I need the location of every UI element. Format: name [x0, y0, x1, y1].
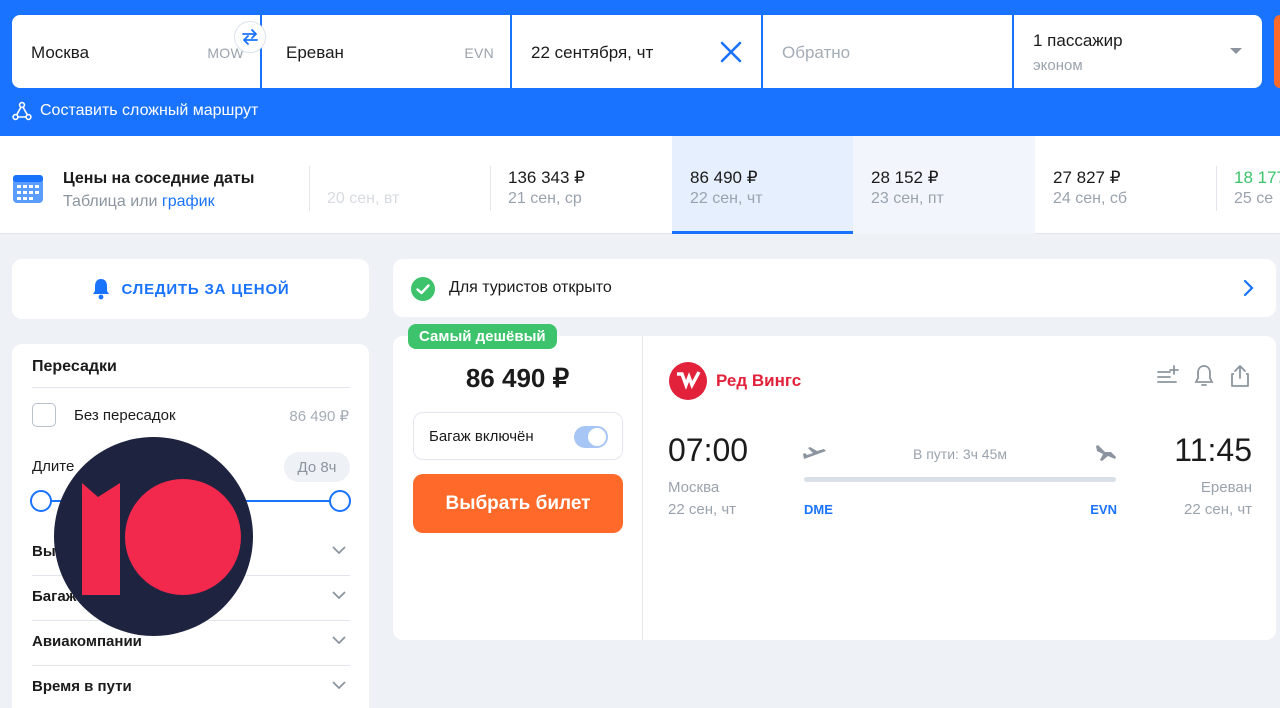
- departure-time: 07:00: [668, 432, 749, 468]
- origin-city: Москва: [31, 43, 90, 62]
- clear-date-icon[interactable]: [717, 38, 745, 66]
- passengers-field[interactable]: 1 пассажир эконом: [1014, 15, 1262, 88]
- divider: [32, 387, 350, 388]
- no-transfers-price: 86 490 ₽: [289, 408, 349, 425]
- date-price: 18 177: [1234, 168, 1280, 187]
- divider: [1216, 166, 1217, 211]
- transfers-title: Пересадки: [32, 358, 117, 375]
- check-circle-icon: [411, 277, 435, 301]
- route-line: [804, 477, 1116, 482]
- nearby-dates-strip: Цены на соседние даты Таблица или график…: [0, 136, 1280, 234]
- travel-duration: В пути: 3ч 45м: [913, 446, 1007, 462]
- depart-date-field[interactable]: 22 сентября, чт: [512, 15, 763, 88]
- bell-icon: [93, 279, 110, 300]
- complex-route-link[interactable]: Составить сложный маршрут: [12, 101, 258, 121]
- nearby-dates-title: Цены на соседние даты: [63, 170, 255, 187]
- date-price: 27 827 ₽: [1053, 168, 1121, 187]
- filter-section-label: Время в пути: [32, 678, 132, 695]
- arrival-city: Ереван: [1200, 479, 1252, 496]
- date-price: 28 152 ₽: [871, 168, 939, 187]
- chevron-down-icon: [332, 681, 346, 690]
- destination-field[interactable]: Ереван EVN: [262, 15, 512, 88]
- date-cell[interactable]: 28 152 ₽ 23 сен, пт: [853, 136, 1035, 234]
- no-transfers-checkbox[interactable]: [32, 403, 56, 427]
- cabin-class: эконом: [1033, 57, 1083, 74]
- ticket-tools: [1156, 364, 1252, 388]
- date-cell[interactable]: 136 343 ₽ 21 сен, ср: [490, 136, 672, 234]
- departure-airport-code: DME: [804, 502, 833, 517]
- swap-cities-button[interactable]: [234, 21, 266, 53]
- cheapest-badge: Самый дешёвый: [408, 324, 557, 349]
- track-price-label: СЛЕДИТЬ ЗА ЦЕНОЙ: [121, 280, 290, 298]
- slider-max-handle[interactable]: [329, 490, 351, 512]
- date-price: 136 343 ₽: [508, 168, 585, 187]
- ticket-price: 86 490 ₽: [465, 363, 570, 393]
- date-price: 86 490 ₽: [690, 168, 758, 187]
- chevron-down-icon: [332, 591, 346, 600]
- filter-section-travel-time[interactable]: Время в пути: [32, 666, 350, 708]
- destination-city: Ереван: [286, 43, 344, 62]
- chevron-down-icon: [332, 546, 346, 555]
- duration-value-pill: До 8ч: [284, 452, 350, 482]
- bell-icon[interactable]: [1192, 364, 1216, 388]
- return-date-field[interactable]: Обратно: [763, 15, 1014, 88]
- baggage-toggle[interactable]: [574, 426, 608, 448]
- date-label: 22 сен, чт: [690, 190, 763, 207]
- origin-field[interactable]: Москва MOW: [12, 15, 262, 88]
- channel-logo-overlay: [54, 437, 253, 636]
- arrival-airport-code: EVN: [1090, 502, 1117, 517]
- swap-icon: [242, 29, 258, 45]
- date-label: 25 се: [1234, 190, 1274, 207]
- search-form: Москва MOW Ереван EVN 22 сентября, чт Об…: [12, 15, 1262, 88]
- table-text: Таблица: [63, 193, 126, 210]
- no-transfers-label: Без пересадок: [74, 407, 176, 424]
- divider: [642, 336, 643, 640]
- date-cell[interactable]: 18 177 25 се: [1216, 136, 1280, 234]
- select-ticket-button[interactable]: Выбрать билет: [413, 474, 623, 533]
- date-cell[interactable]: 20 сен, вт: [309, 136, 491, 234]
- date-label: 24 сен, сб: [1053, 190, 1128, 207]
- track-price-button[interactable]: СЛЕДИТЬ ЗА ЦЕНОЙ: [12, 259, 369, 319]
- slider-min-handle[interactable]: [30, 490, 52, 512]
- share-icon[interactable]: [1228, 364, 1252, 388]
- chevron-down-icon: [332, 636, 346, 645]
- search-header: Москва MOW Ереван EVN 22 сентября, чт Об…: [0, 0, 1280, 136]
- tourist-notice-banner[interactable]: Для туристов открыто: [393, 259, 1276, 317]
- date-cell-selected[interactable]: 86 490 ₽ 22 сен, чт: [672, 136, 854, 234]
- route-icon: [12, 101, 32, 121]
- arrival-date: 22 сен, чт: [1184, 501, 1252, 518]
- chevron-down-icon: [1230, 48, 1242, 54]
- airline-logo-icon: [669, 362, 707, 400]
- chevron-right-icon: [1243, 279, 1254, 297]
- departure-date: 22 сен, чт: [668, 501, 736, 518]
- passenger-count: 1 пассажир: [1033, 31, 1123, 50]
- date-label: 20 сен, вт: [327, 190, 400, 207]
- complex-route-label: Составить сложный маршрут: [40, 102, 259, 119]
- baggage-toggle-row[interactable]: Багаж включён: [413, 412, 623, 460]
- add-to-list-icon[interactable]: [1156, 364, 1180, 388]
- nearby-dates-subtitle: Таблица или график: [63, 193, 215, 211]
- date-label: 21 сен, ср: [508, 190, 582, 207]
- return-date-placeholder: Обратно: [782, 43, 851, 62]
- baggage-label: Багаж включён: [429, 428, 534, 445]
- filter-section-label: Вы: [32, 543, 56, 560]
- arrival-time: 11:45: [1174, 432, 1252, 468]
- depart-date-value: 22 сентября, чт: [531, 43, 654, 62]
- tourist-notice-text: Для туристов открыто: [449, 279, 612, 296]
- logo-mark-icon: [82, 479, 241, 595]
- date-label: 23 сен, пт: [871, 190, 944, 207]
- date-cell[interactable]: 27 827 ₽ 24 сен, сб: [1035, 136, 1217, 234]
- chart-link[interactable]: график: [162, 193, 215, 210]
- calendar-icon: [13, 175, 43, 203]
- or-text: или: [130, 193, 158, 210]
- selected-indicator: [672, 231, 854, 234]
- destination-iata: EVN: [464, 45, 494, 61]
- departure-city: Москва: [668, 479, 720, 496]
- divider: [490, 166, 491, 211]
- search-button-edge[interactable]: [1274, 15, 1280, 88]
- airline-name: Ред Вингс: [716, 371, 802, 390]
- landing-icon: [1096, 445, 1116, 461]
- divider: [309, 166, 310, 211]
- ticket-card: 86 490 ₽ Багаж включён Выбрать билет Ред…: [393, 336, 1276, 640]
